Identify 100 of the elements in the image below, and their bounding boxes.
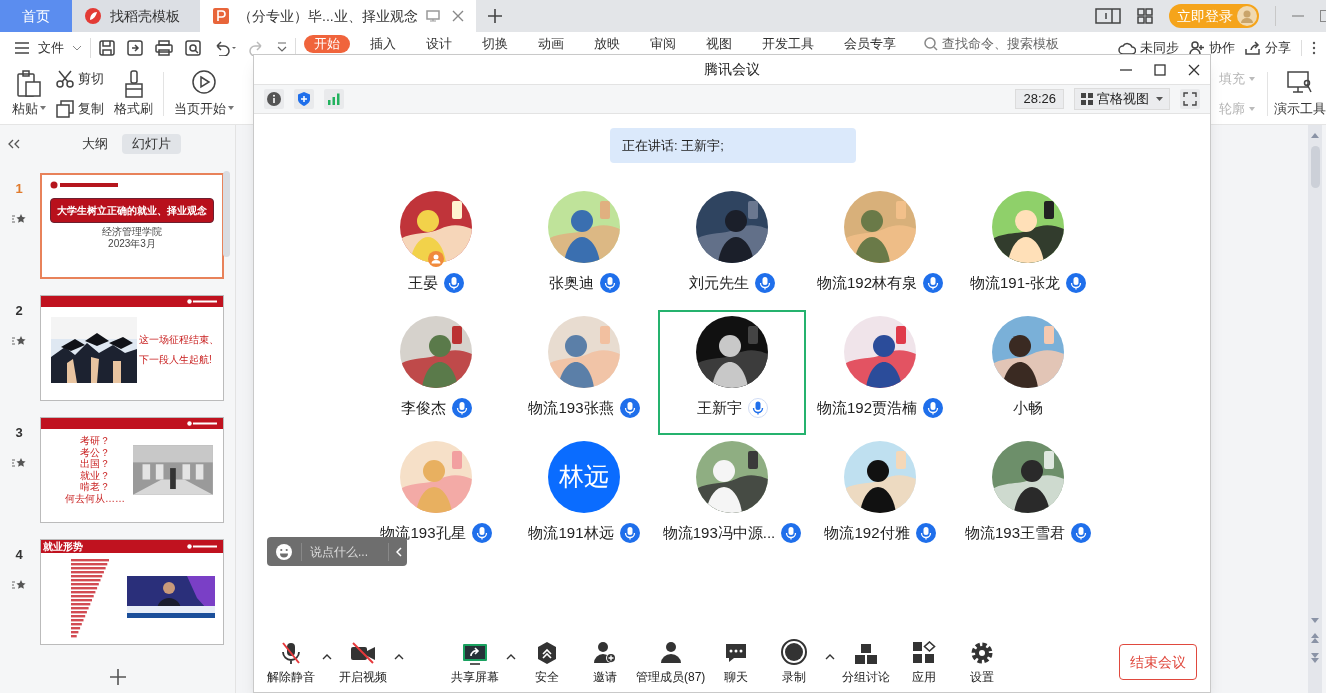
undo-icon[interactable] xyxy=(213,40,237,56)
format-painter-button[interactable]: 格式刷 xyxy=(114,64,153,124)
participant-tile[interactable]: 物流193冯中源... xyxy=(658,435,806,560)
ribbon-tab[interactable]: 审阅 xyxy=(640,35,686,53)
collaborate-button[interactable]: 协作 xyxy=(1189,38,1235,58)
sync-button[interactable]: 未同步 xyxy=(1118,38,1179,58)
toolbar-button[interactable]: 安全 xyxy=(518,638,576,686)
plus-icon[interactable] xyxy=(487,9,502,23)
window-icon[interactable] xyxy=(1095,8,1121,24)
grid-icon[interactable] xyxy=(1137,8,1153,24)
scrollbar-thumb[interactable] xyxy=(1310,146,1320,188)
participant-name: 小畅 xyxy=(1013,398,1043,418)
panel-tab[interactable]: 幻灯片 xyxy=(122,134,181,154)
logo-icon xyxy=(187,299,217,304)
toolbar-button[interactable]: 管理成员(87) xyxy=(634,638,708,686)
chat-input-field[interactable]: 说点什么... xyxy=(310,542,388,561)
add-slide-icon[interactable] xyxy=(109,669,126,685)
participant-name: 物流193冯中源... xyxy=(662,523,776,543)
ribbon-tab[interactable]: 插入 xyxy=(360,35,406,53)
slide-thumbnail[interactable]: 考研？ 考公？ 出国？ 就业？ 啃老？ 何去何从…… xyxy=(40,417,224,523)
participant-tile[interactable]: 物流192林有泉 xyxy=(806,185,954,310)
menu-caret[interactable] xyxy=(320,654,334,660)
ribbon-tab[interactable]: 会员专享 xyxy=(834,35,906,53)
play-from-current-button[interactable]: 当页开始 xyxy=(174,64,234,124)
ribbon-tab[interactable]: 动画 xyxy=(528,35,574,53)
clipboard-icon xyxy=(16,70,42,98)
print-icon[interactable] xyxy=(155,40,173,56)
file-menu[interactable]: 文件 xyxy=(14,38,82,58)
ribbon-tab[interactable]: 开发工具 xyxy=(752,35,824,53)
toolbar-button[interactable]: 共享屏幕 xyxy=(446,638,504,686)
share-button[interactable]: 分享 xyxy=(1245,38,1291,58)
toolbar-button[interactable]: 分组讨论 xyxy=(837,638,896,686)
ribbon-tab[interactable]: 视图 xyxy=(696,35,742,53)
participant-tile[interactable]: 刘元先生 xyxy=(658,185,806,310)
save-icon[interactable] xyxy=(99,40,115,56)
tab[interactable]: 找稻壳模板 xyxy=(72,0,200,32)
toolbar-button[interactable]: 邀请 xyxy=(576,638,634,686)
presenter-tools-button[interactable]: 演示工具 xyxy=(1268,64,1326,124)
participant-name: 物流191-张龙 xyxy=(970,273,1060,293)
animation-star-icon xyxy=(12,212,26,225)
chat-bar[interactable]: 说点什么... xyxy=(267,537,407,566)
slide-text: 就业？ xyxy=(80,469,111,481)
menu-caret[interactable] xyxy=(392,654,406,660)
cut-button[interactable]: 剪切 xyxy=(56,69,104,89)
play-icon xyxy=(192,70,216,94)
cloud-icon xyxy=(1118,41,1136,55)
close-icon[interactable] xyxy=(1188,63,1200,76)
chevron-up-icon xyxy=(394,654,404,660)
preview-icon[interactable] xyxy=(185,40,201,56)
slide-thumbnail[interactable]: 就业形势 xyxy=(40,539,224,645)
share-screen-icon xyxy=(462,643,488,665)
person-icon xyxy=(659,641,682,665)
participant-tile[interactable]: 物流192付雅 xyxy=(806,435,954,560)
slide-number: 1 xyxy=(15,180,23,198)
paste-button[interactable]: 粘贴 xyxy=(12,64,46,124)
participant-tile[interactable]: 物流193张燕 xyxy=(510,310,658,435)
participant-name: 物流191林远 xyxy=(528,523,614,543)
info-icon[interactable] xyxy=(264,89,284,109)
chevron-left-icon[interactable] xyxy=(396,546,402,557)
ribbon-tab[interactable]: 放映 xyxy=(584,35,630,53)
participant-tile[interactable]: 王晏 xyxy=(362,185,510,310)
toolbar-button[interactable]: 录制 xyxy=(765,638,824,686)
toolbar-button[interactable]: 开启视频 xyxy=(334,638,392,686)
maximize-icon[interactable] xyxy=(1154,63,1166,76)
participant-tile[interactable]: 物流193王雪君 xyxy=(954,435,1102,560)
command-search-field[interactable]: 查找命令、搜索模板 xyxy=(942,34,1072,54)
collapse-icon[interactable] xyxy=(8,139,20,149)
participant-tile[interactable]: 小畅 xyxy=(954,310,1102,435)
view-mode-dropdown[interactable]: 宫格视图 xyxy=(1074,88,1170,110)
participant-tile[interactable]: 张奥迪 xyxy=(510,185,658,310)
emoji-icon[interactable] xyxy=(275,542,293,561)
chevron-down-icon xyxy=(72,45,82,51)
scrollbar-thumb[interactable] xyxy=(223,171,230,257)
ribbon-tab[interactable]: 设计 xyxy=(416,35,462,53)
fullscreen-icon[interactable] xyxy=(1180,89,1200,109)
slide-thumbnail[interactable]: 这一场征程结束、 下一段人生起航! xyxy=(40,295,224,401)
participant-tile[interactable]: 李俊杰 xyxy=(362,310,510,435)
toolbar-button[interactable]: 解除静音 xyxy=(262,638,320,686)
toolbar-button[interactable]: 聊天 xyxy=(707,638,766,686)
toolbar-button[interactable]: 设置 xyxy=(953,638,1012,686)
participant-tile[interactable]: 王新宇 xyxy=(658,310,806,435)
participant-tile[interactable]: 林远 物流191林远 xyxy=(510,435,658,560)
menu-caret[interactable] xyxy=(504,654,518,660)
participant-name: 物流192林有泉 xyxy=(817,273,917,293)
copy-button[interactable]: 复制 xyxy=(56,99,104,119)
toolbar-button[interactable]: 应用 xyxy=(895,638,954,686)
panel-tab[interactable]: 大纲 xyxy=(72,134,118,154)
ribbon-tab[interactable]: 切换 xyxy=(472,35,518,53)
participant-name: 刘元先生 xyxy=(689,273,749,293)
export-icon[interactable] xyxy=(127,40,143,56)
end-meeting-button[interactable]: 结束会议 xyxy=(1119,644,1197,680)
kebab-icon[interactable] xyxy=(1312,41,1316,55)
slide-thumbnail[interactable]: 大学生树立正确的就业、择业观念 经济管理学院 2023年3月 xyxy=(40,173,224,279)
shield-plus-icon[interactable] xyxy=(294,89,314,109)
breakout-icon xyxy=(854,643,879,665)
participant-tile[interactable]: 物流192贾浩楠 xyxy=(806,310,954,435)
participant-tile[interactable]: 物流191-张龙 xyxy=(954,185,1102,310)
chat-icon xyxy=(724,641,749,665)
more-icon[interactable] xyxy=(277,42,287,54)
share-icon xyxy=(1245,41,1261,55)
